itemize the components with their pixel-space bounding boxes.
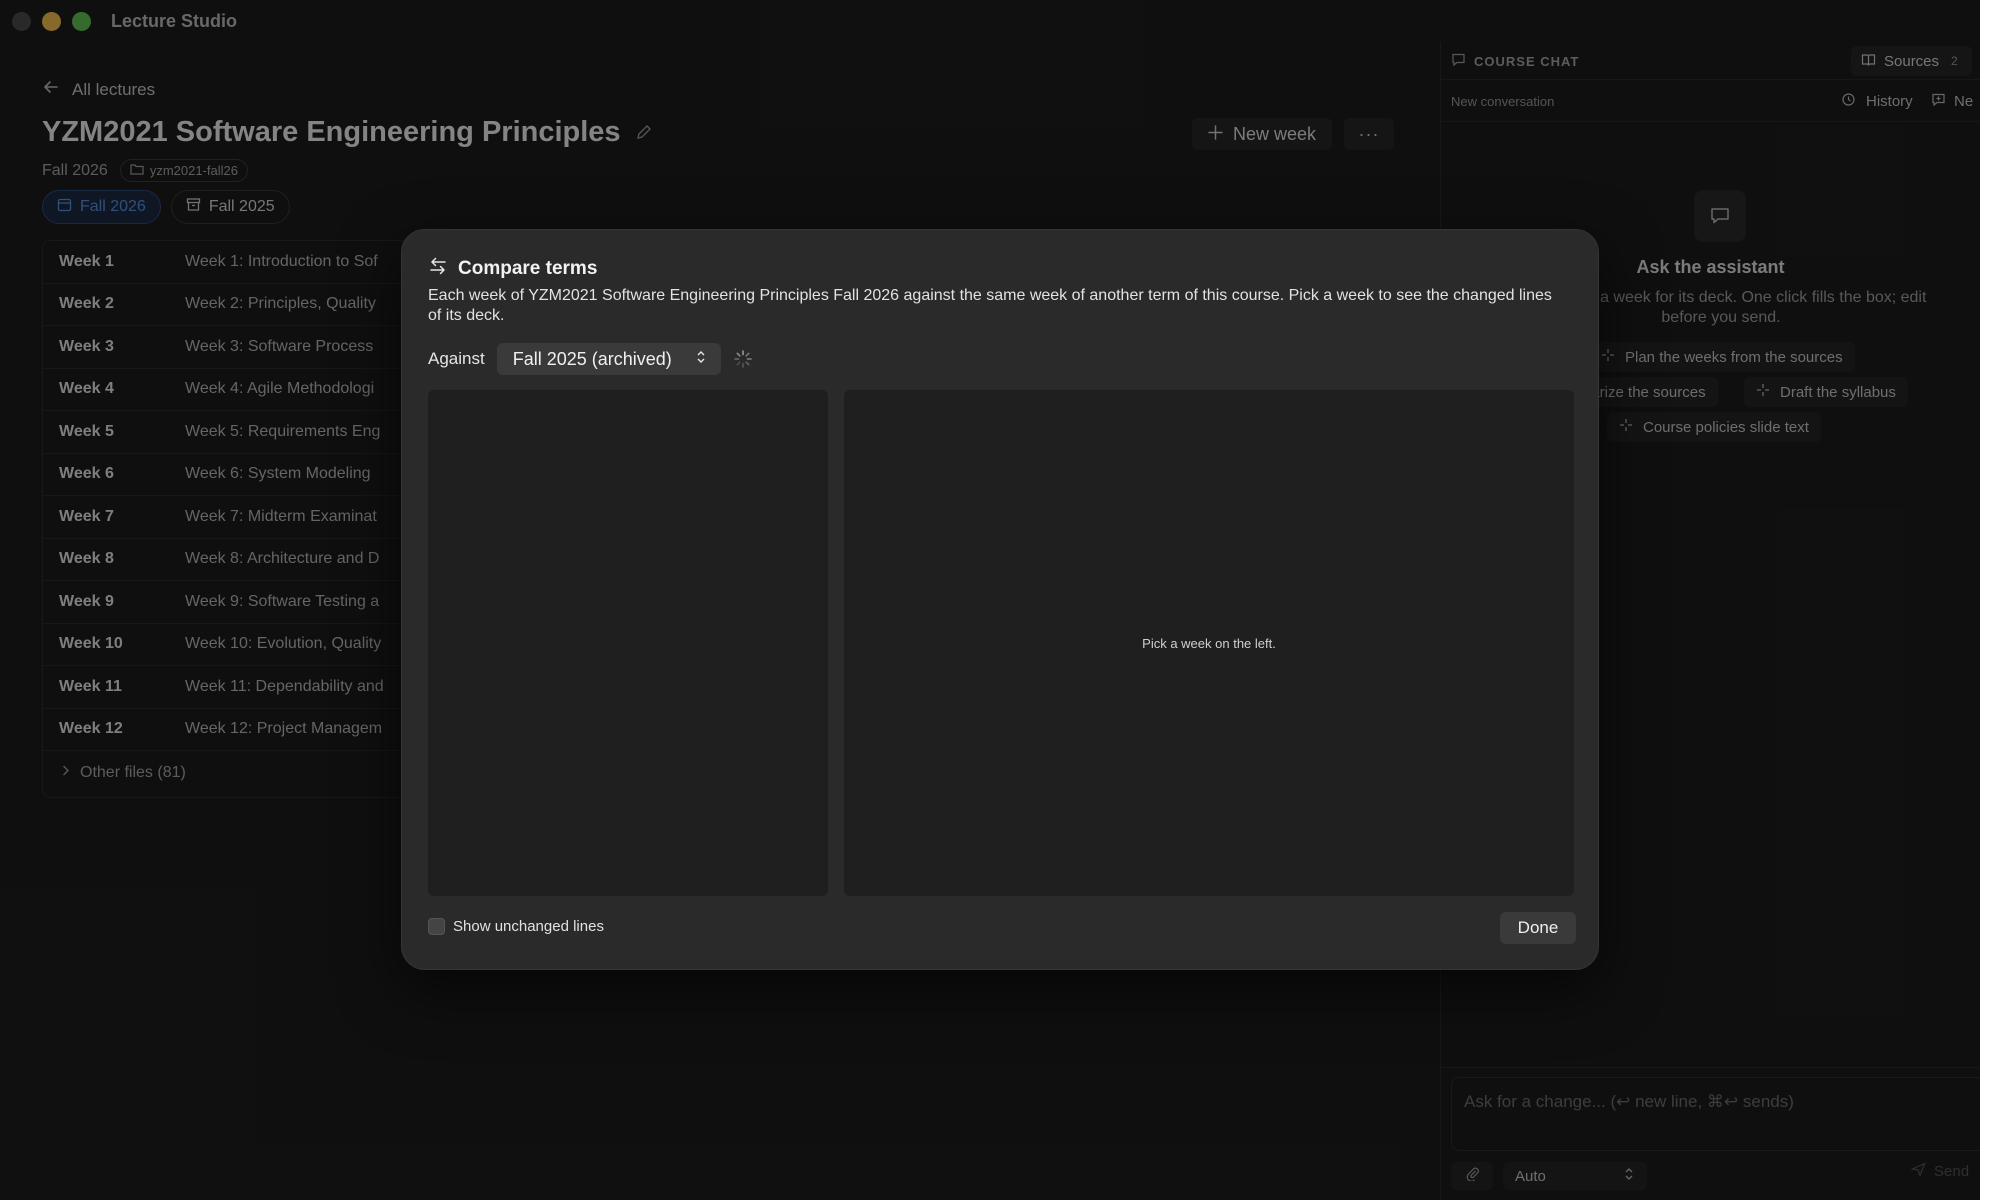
dialog-title-text: Compare terms [458,258,598,279]
compare-arrows-icon [428,256,448,282]
show-unchanged-checkbox[interactable] [428,918,445,935]
chevron-updown-icon [695,349,707,370]
loading-spinner-icon [733,349,753,369]
dialog-description: Each week of YZM2021 Software Engineerin… [428,287,1552,324]
against-row: Against Fall 2025 (archived) [428,343,753,375]
done-label: Done [1517,918,1559,937]
done-button[interactable]: Done [1500,912,1576,944]
against-term-value: Fall 2025 (archived) [512,348,672,369]
week-list-pane[interactable] [428,390,828,896]
show-unchanged-label: Show unchanged lines [453,918,604,935]
dialog-title: Compare terms [428,256,597,282]
app-window: Lecture Studio All lectures YZM2021 Soft… [0,0,1980,1200]
against-label: Against [428,349,485,368]
show-unchanged-toggle[interactable]: Show unchanged lines [428,918,604,935]
against-term-select[interactable]: Fall 2025 (archived) [496,343,721,375]
compare-terms-dialog: Compare terms Each week of YZM2021 Softw… [401,229,1599,970]
screen-edge [1980,0,2000,1200]
diff-pane: Pick a week on the left. [844,390,1574,896]
diff-pane-hint: Pick a week on the left. [1142,635,1276,651]
